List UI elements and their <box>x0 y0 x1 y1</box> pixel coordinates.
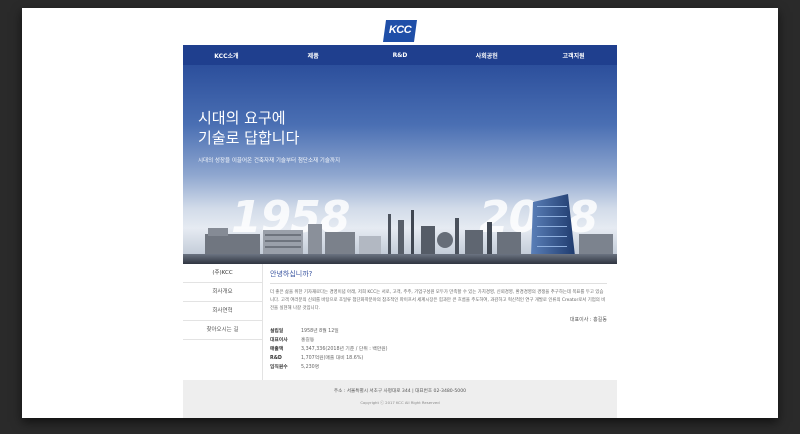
logo-text: KCC <box>388 24 412 36</box>
info-value: 5,230명 <box>301 365 320 370</box>
screenshot-frame: KCC KCC소개 제품 R&D 사회공헌 고객지원 시대의 요구에 기술로 답… <box>22 8 778 418</box>
ceo-signature: 대표이사 : 홍길동 <box>569 317 607 323</box>
nav-item-support[interactable]: 고객지원 <box>530 51 617 60</box>
info-value: 1,707억원(매출 대비 18.6%) <box>301 356 364 361</box>
hero-banner: 시대의 요구에 기술로 답합니다 시대의 성장을 이끌어온 건축자재 기술부터 … <box>183 65 617 264</box>
sidebar-item-history[interactable]: 회사연혁 <box>183 302 262 321</box>
sidebar-item-location[interactable]: 찾아오시는 길 <box>183 321 262 340</box>
nav-item-social[interactable]: 사회공헌 <box>443 51 530 60</box>
info-label: R&D <box>270 356 282 361</box>
hero-subtitle: 시대의 성장을 이끌어온 건축자재 기술부터 첨단소재 기술까지 <box>198 158 341 164</box>
footer: 주소 : 서울특별시 서초구 사평대로 344 | 대표번호 02-3480-5… <box>183 380 617 418</box>
info-label: 설립일 <box>270 329 284 334</box>
nav-item-products[interactable]: 제품 <box>270 51 357 60</box>
footer-copyright: Copyright ⓒ 2017 KCC All Right Reserved <box>360 400 440 405</box>
hero-title: 시대의 요구에 기술로 답합니다 <box>198 109 300 147</box>
info-row: 설립일 1958년 8월 12일 <box>270 327 607 336</box>
footer-address: 주소 : 서울특별시 서초구 사평대로 344 | 대표번호 02-3480-5… <box>333 389 467 394</box>
greeting-title: 안녕하십니까? <box>270 270 313 278</box>
website: KCC소개 제품 R&D 사회공헌 고객지원 시대의 요구에 기술로 답합니다 … <box>183 45 617 418</box>
kcc-logo[interactable]: KCC <box>383 20 417 42</box>
logo-area: KCC <box>22 20 778 46</box>
info-value: 1958년 8월 12일 <box>301 329 339 334</box>
nav-item-about[interactable]: KCC소개 <box>183 51 270 60</box>
info-row: R&D 1,707억원(매출 대비 18.6%) <box>270 354 607 363</box>
info-label: 임직원수 <box>270 365 288 370</box>
content-area: (주)KCC 회사개요 회사연혁 찾아오시는 길 안녕하십니까? 더 좋은 삶을… <box>183 264 617 380</box>
info-label: 대표이사 <box>270 338 288 343</box>
sidebar-item-kcc[interactable]: (주)KCC <box>183 264 262 283</box>
info-label: 매출액 <box>270 347 284 352</box>
info-row: 매출액 3,347,336(2018년 기준 / 단위 : 백만원) <box>270 345 607 354</box>
info-value: 3,347,336(2018년 기준 / 단위 : 백만원) <box>301 347 388 352</box>
info-row: 대표이사 홍길동 <box>270 336 607 345</box>
sidebar: (주)KCC 회사개요 회사연혁 찾아오시는 길 <box>183 264 263 380</box>
factory-skyline-image <box>183 194 617 264</box>
info-value: 홍길동 <box>301 338 315 343</box>
sidebar-item-overview[interactable]: 회사개요 <box>183 283 262 302</box>
nav-item-rnd[interactable]: R&D <box>357 52 444 59</box>
greeting-paragraph: 더 좋은 삶을 위한 기자재로다는 경영이념 아래, 저희 KCC는 서로, 고… <box>270 290 606 311</box>
main-content: 안녕하십니까? 더 좋은 삶을 위한 기자재로다는 경영이념 아래, 저희 KC… <box>263 264 617 380</box>
main-nav: KCC소개 제품 R&D 사회공헌 고객지원 <box>183 45 617 65</box>
company-info-list: 설립일 1958년 8월 12일 대표이사 홍길동 매출액 3,347,336(… <box>270 327 607 372</box>
divider <box>270 283 607 284</box>
info-row: 임직원수 5,230명 <box>270 363 607 372</box>
